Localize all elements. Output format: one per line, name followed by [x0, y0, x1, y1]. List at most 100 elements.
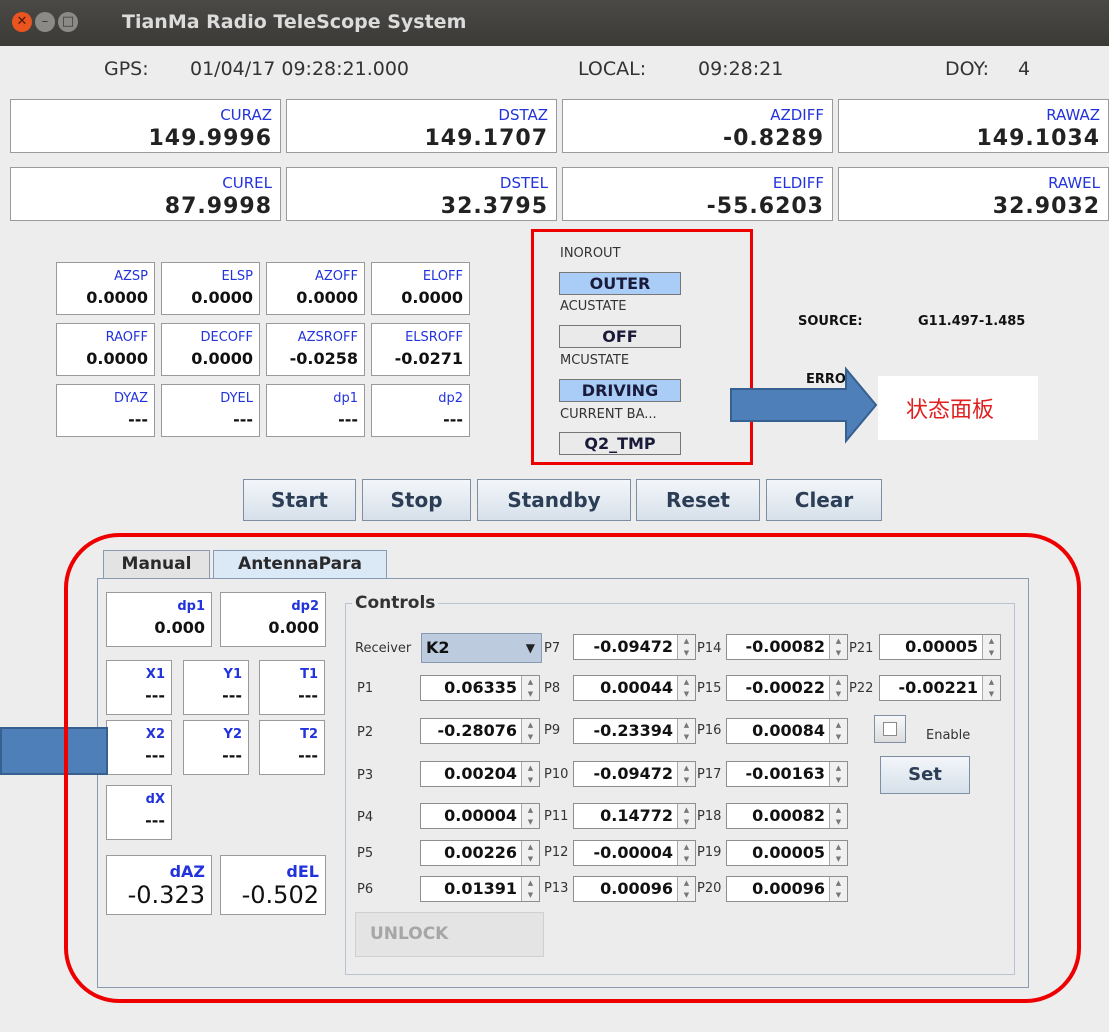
spinner-arrows-icon[interactable]: ▲ ▼	[677, 841, 695, 865]
spinner-arrows-icon[interactable]: ▲ ▼	[829, 762, 847, 786]
mcustate-label: MCUSTATE	[560, 353, 630, 368]
p15-value: -0.00022	[745, 678, 825, 697]
ap-dp2-value: 0.000	[268, 618, 319, 637]
p20-spinner[interactable]: 0.00096 ▲ ▼	[726, 876, 848, 902]
spinner-arrows-icon[interactable]: ▲ ▼	[982, 635, 1000, 659]
gps-label: GPS:	[104, 58, 149, 80]
tab-manual[interactable]: Manual	[103, 550, 210, 579]
spinner-arrows-icon[interactable]: ▲ ▼	[521, 719, 539, 743]
p13-value: 0.00096	[600, 879, 673, 898]
p20-value: 0.00096	[752, 879, 825, 898]
decoff-label: DECOFF	[200, 330, 254, 345]
eloff-value: 0.0000	[401, 288, 463, 307]
p15-spinner[interactable]: -0.00022 ▲ ▼	[726, 675, 848, 701]
p12-spinner[interactable]: -0.00004 ▲ ▼	[573, 840, 696, 866]
enable-label: Enable	[926, 728, 971, 743]
azsp-value: 0.0000	[86, 288, 148, 307]
p7-label: P7	[544, 641, 561, 656]
spinner-arrows-icon[interactable]: ▲ ▼	[829, 841, 847, 865]
daz-box: dAZ -0.323	[106, 855, 212, 915]
del-label: dEL	[286, 862, 319, 881]
p7-spinner[interactable]: -0.09472 ▲ ▼	[573, 634, 696, 660]
standby-button[interactable]: Standby	[477, 479, 631, 521]
p21-label: P21	[849, 641, 874, 656]
spinner-arrows-icon[interactable]: ▲ ▼	[677, 762, 695, 786]
spinner-arrows-icon[interactable]: ▲ ▼	[677, 877, 695, 901]
close-icon[interactable]: ✕	[12, 12, 32, 32]
minimize-icon[interactable]: –	[35, 12, 55, 32]
p10-spinner[interactable]: -0.09472 ▲ ▼	[573, 761, 696, 787]
rawel-value: 32.9032	[992, 194, 1100, 219]
p13-spinner[interactable]: 0.00096 ▲ ▼	[573, 876, 696, 902]
p19-value: 0.00005	[752, 843, 825, 862]
receiver-select[interactable]: K2 ▼	[421, 633, 542, 663]
p22-spinner[interactable]: -0.00221 ▲ ▼	[879, 675, 1001, 701]
spinner-arrows-icon[interactable]: ▲ ▼	[521, 841, 539, 865]
p1-label: P1	[357, 681, 374, 696]
dstaz-value: 149.1707	[424, 126, 548, 151]
spinner-arrows-icon[interactable]: ▲ ▼	[829, 676, 847, 700]
p14-spinner[interactable]: -0.00082 ▲ ▼	[726, 634, 848, 660]
spinner-arrows-icon[interactable]: ▲ ▼	[829, 804, 847, 828]
p6-spinner[interactable]: 0.01391 ▲ ▼	[420, 876, 540, 902]
azsp-label: AZSP	[114, 269, 148, 284]
spinner-arrows-icon[interactable]: ▲ ▼	[829, 719, 847, 743]
dyel-label: DYEL	[220, 391, 253, 406]
clear-button[interactable]: Clear	[766, 479, 882, 521]
p18-value: 0.00082	[752, 806, 825, 825]
eldiff-value: -55.6203	[706, 194, 824, 219]
p9-spinner[interactable]: -0.23394 ▲ ▼	[573, 718, 696, 744]
enable-checkbox[interactable]	[874, 715, 906, 743]
p9-label: P9	[544, 723, 561, 738]
dx-value: ---	[145, 811, 165, 830]
t2-value: ---	[298, 746, 318, 765]
x2-label: X2	[145, 727, 165, 742]
p2-spinner[interactable]: -0.28076 ▲ ▼	[420, 718, 540, 744]
eldiff-label: ELDIFF	[772, 174, 824, 192]
stop-button[interactable]: Stop	[362, 479, 471, 521]
p11-spinner[interactable]: 0.14772 ▲ ▼	[573, 803, 696, 829]
spinner-arrows-icon[interactable]: ▲ ▼	[677, 635, 695, 659]
rawaz-box: RAWAZ 149.1034	[838, 99, 1109, 153]
reset-button[interactable]: Reset	[636, 479, 760, 521]
p17-spinner[interactable]: -0.00163 ▲ ▼	[726, 761, 848, 787]
y1-value: ---	[222, 686, 242, 705]
p5-spinner[interactable]: 0.00226 ▲ ▼	[420, 840, 540, 866]
spinner-arrows-icon[interactable]: ▲ ▼	[982, 676, 1000, 700]
p1-spinner[interactable]: 0.06335 ▲ ▼	[420, 675, 540, 701]
unlock-button[interactable]: UNLOCK	[355, 912, 544, 957]
p18-spinner[interactable]: 0.00082 ▲ ▼	[726, 803, 848, 829]
azsroff-label: AZSROFF	[297, 330, 358, 345]
elsp-box: ELSP 0.0000	[161, 262, 260, 315]
p21-spinner[interactable]: 0.00005 ▲ ▼	[879, 634, 1001, 660]
spinner-arrows-icon[interactable]: ▲ ▼	[677, 719, 695, 743]
spinner-arrows-icon[interactable]: ▲ ▼	[521, 804, 539, 828]
spinner-arrows-icon[interactable]: ▲ ▼	[521, 877, 539, 901]
spinner-arrows-icon[interactable]: ▲ ▼	[829, 877, 847, 901]
receiver-value: K2	[426, 638, 450, 657]
spinner-arrows-icon[interactable]: ▲ ▼	[521, 676, 539, 700]
curaz-value: 149.9996	[148, 126, 272, 151]
spinner-arrows-icon[interactable]: ▲ ▼	[521, 762, 539, 786]
p2-label: P2	[357, 725, 374, 740]
p8-value: 0.00044	[600, 678, 673, 697]
curel-box: CUREL 87.9998	[10, 167, 281, 221]
doy-value: 4	[1018, 58, 1031, 80]
set-button[interactable]: Set	[880, 756, 970, 794]
p8-spinner[interactable]: 0.00044 ▲ ▼	[573, 675, 696, 701]
maximize-icon[interactable]: □	[58, 12, 78, 32]
current-band-indicator: Q2_TMP	[559, 432, 681, 455]
p8-label: P8	[544, 681, 561, 696]
p16-spinner[interactable]: 0.00084 ▲ ▼	[726, 718, 848, 744]
doy-label: DOY:	[945, 58, 990, 80]
p3-spinner[interactable]: 0.00204 ▲ ▼	[420, 761, 540, 787]
p4-spinner[interactable]: 0.00004 ▲ ▼	[420, 803, 540, 829]
dstaz-label: DSTAZ	[498, 106, 548, 124]
spinner-arrows-icon[interactable]: ▲ ▼	[677, 804, 695, 828]
spinner-arrows-icon[interactable]: ▲ ▼	[829, 635, 847, 659]
start-button[interactable]: Start	[243, 479, 356, 521]
p19-spinner[interactable]: 0.00005 ▲ ▼	[726, 840, 848, 866]
p11-value: 0.14772	[600, 806, 673, 825]
spinner-arrows-icon[interactable]: ▲ ▼	[677, 676, 695, 700]
tab-antennapara[interactable]: AntennaPara	[213, 550, 387, 579]
